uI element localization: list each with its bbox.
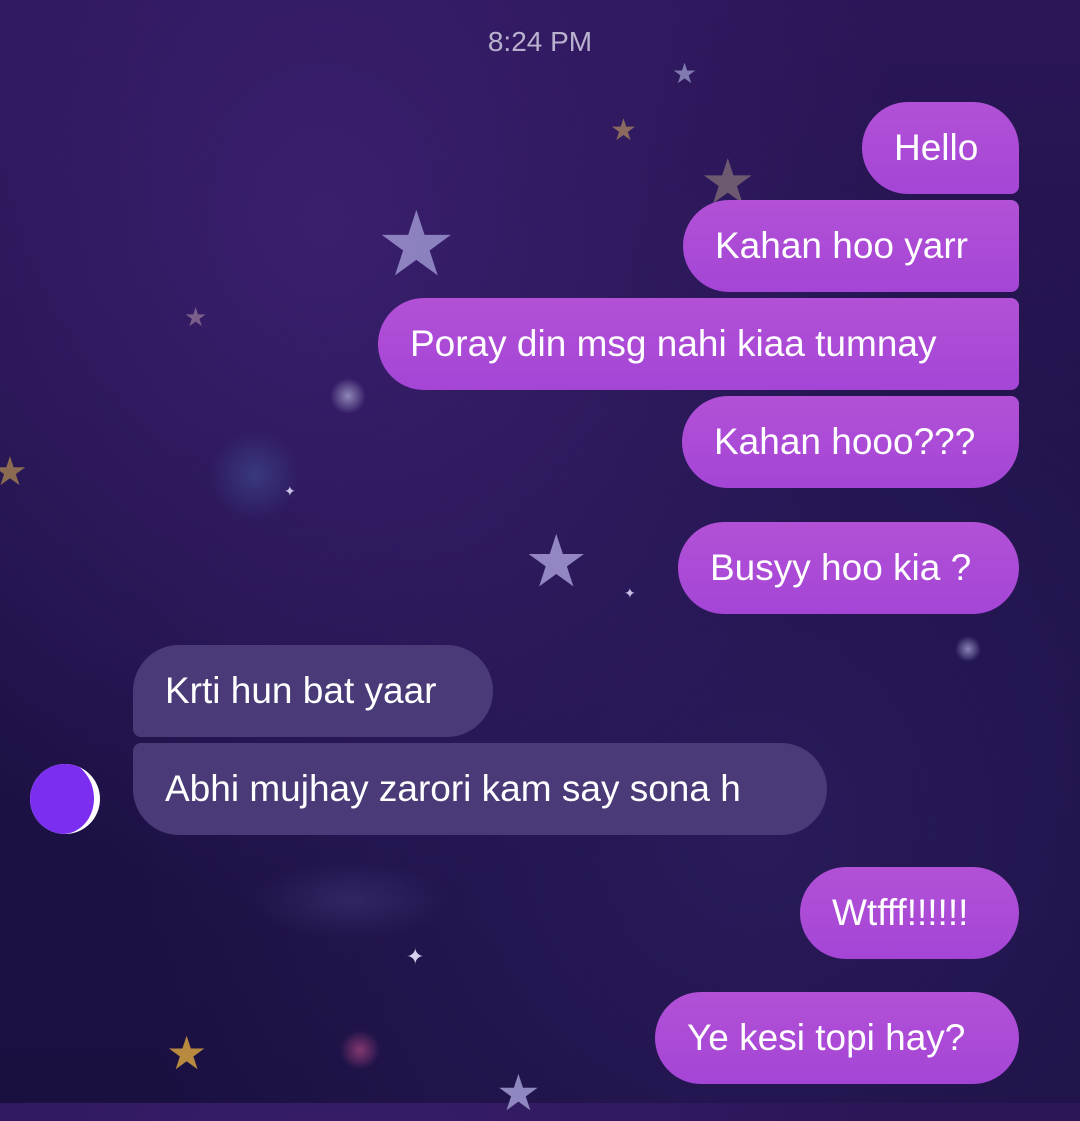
star-icon: ★ (496, 1065, 541, 1121)
outgoing-message-bubble[interactable]: Hello (862, 102, 1019, 194)
background-glow (250, 860, 450, 940)
incoming-message-bubble[interactable]: Krti hun bat yaar (133, 645, 493, 737)
star-icon: ★ (376, 195, 457, 295)
outgoing-message-bubble[interactable]: Poray din msg nahi kiaa tumnay (378, 298, 1019, 390)
star-icon: ✦ (624, 585, 636, 601)
message-timestamp: 8:24 PM (487, 26, 593, 57)
star-icon: ★ (0, 450, 28, 494)
outgoing-message-bubble[interactable]: Wtfff!!!!!! (800, 867, 1019, 959)
outgoing-message-bubble[interactable]: Kahan hoo yarr (683, 200, 1019, 292)
star-icon: ★ (672, 58, 698, 89)
background-glow (340, 1030, 380, 1070)
avatar-scribble (30, 764, 94, 834)
star-icon: ★ (166, 1027, 208, 1079)
outgoing-message-bubble[interactable]: Ye kesi topi hay? (655, 992, 1019, 1084)
contact-avatar[interactable] (30, 764, 100, 834)
background-glow (955, 636, 981, 662)
outgoing-message-bubble[interactable]: Busyy hoo kia ? (678, 522, 1019, 614)
star-icon: ✦ (406, 944, 425, 969)
star-icon: ★ (610, 114, 637, 147)
star-icon: ✦ (284, 483, 296, 499)
background-glow (330, 378, 366, 414)
outgoing-message-bubble[interactable]: Kahan hooo??? (682, 396, 1019, 488)
background-glow (210, 430, 300, 520)
star-icon: ★ (524, 522, 589, 602)
incoming-message-bubble[interactable]: Abhi mujhay zarori kam say sona h (133, 743, 827, 835)
star-icon: ★ (184, 302, 208, 332)
